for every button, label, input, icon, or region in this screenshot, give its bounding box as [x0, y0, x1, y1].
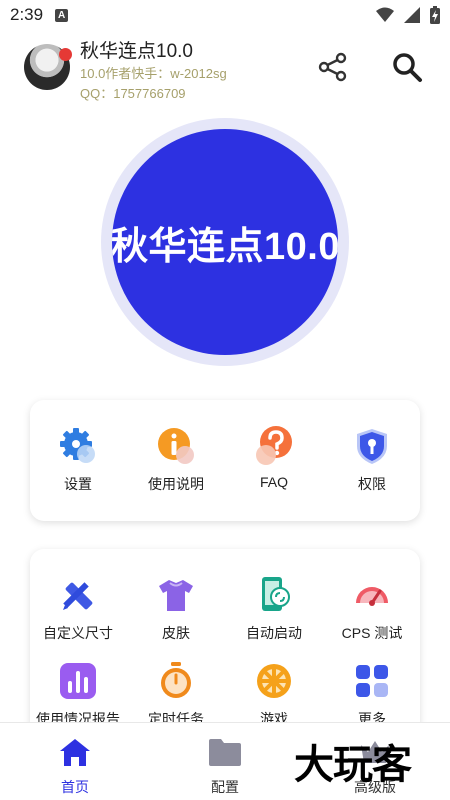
- question-icon: [256, 426, 292, 465]
- grid-icon: [356, 665, 388, 697]
- tool-item-custom-size[interactable]: 自定义尺寸: [30, 575, 126, 643]
- battery-icon: [430, 6, 440, 24]
- gear-icon: [60, 428, 95, 463]
- app-header: 秋华连点10.0 10.0作者快手：w-2012sg QQ：1757766709: [0, 34, 450, 104]
- watermark: 大玩客: [294, 742, 412, 787]
- shield-icon: [357, 429, 387, 464]
- tool-item-skin[interactable]: 皮肤: [128, 575, 224, 643]
- share-button[interactable]: [316, 50, 350, 84]
- start-clicker-circle: 秋华连点10.0: [112, 129, 338, 355]
- search-button[interactable]: [390, 50, 424, 84]
- tool-item-more[interactable]: 更多: [324, 661, 420, 729]
- tool-item-label: 自动启动: [246, 625, 302, 641]
- tool-item-auto-start[interactable]: 自动启动: [226, 575, 322, 643]
- speedometer-icon: [356, 587, 388, 606]
- timer-icon: [161, 662, 191, 698]
- ruler-pencil-icon: [63, 582, 93, 610]
- app-title: 秋华连点10.0: [80, 41, 193, 62]
- nav-tab-config[interactable]: 配置: [165, 737, 285, 797]
- tool-item-label: 自定义尺寸: [43, 625, 113, 641]
- menu-item-label: 设置: [64, 476, 92, 492]
- menu-item-label: 权限: [358, 476, 386, 492]
- tool-item-games[interactable]: 游戏: [226, 661, 322, 729]
- start-clicker-button[interactable]: 秋华连点10.0: [101, 118, 349, 366]
- nav-tab-label: 首页: [61, 779, 89, 795]
- author-line: 10.0作者快手：w-2012sg: [80, 66, 227, 81]
- cellular-icon: [404, 7, 420, 23]
- menu-item-permissions[interactable]: 权限: [324, 426, 420, 494]
- tool-item-timed-task[interactable]: 定时任务: [128, 661, 224, 729]
- search-icon: [393, 53, 422, 82]
- wheel-icon: [257, 664, 291, 698]
- menu-item-instructions[interactable]: 使用说明: [128, 426, 224, 494]
- menu-item-label: FAQ: [259, 474, 288, 490]
- notification-icon: A: [55, 8, 69, 22]
- home-icon: [60, 739, 90, 766]
- hero-title: 秋华连点10.0: [112, 225, 338, 268]
- quick-menu-card: 设置 使用说明 FAQ 权限: [30, 400, 420, 521]
- tool-item-label: CPS 测试: [341, 625, 403, 641]
- wifi-icon: [376, 7, 394, 22]
- tools-menu-card: 自定义尺寸 皮肤 自动启动 CPS 测试 使用情况报告 定时任务 游戏 更多: [30, 549, 420, 739]
- notification-dot: [59, 48, 72, 61]
- avatar[interactable]: [24, 44, 72, 90]
- tshirt-icon: [159, 580, 193, 611]
- status-time: 2:39: [10, 5, 44, 24]
- tool-item-cps-test[interactable]: CPS 测试: [324, 575, 420, 643]
- phone-link-icon: [262, 577, 290, 611]
- tool-item-usage-report[interactable]: 使用情况报告: [30, 661, 126, 729]
- tool-item-label: 皮肤: [162, 625, 190, 641]
- nav-tab-home[interactable]: 首页: [15, 737, 135, 797]
- info-icon: [158, 428, 194, 464]
- menu-item-label: 使用说明: [148, 476, 204, 492]
- bar-chart-icon: [60, 663, 96, 699]
- folder-icon: [209, 739, 241, 766]
- share-icon: [318, 52, 347, 82]
- nav-tab-label: 配置: [211, 779, 239, 795]
- menu-item-faq[interactable]: FAQ: [226, 426, 322, 490]
- status-bar: 2:39 A: [0, 0, 450, 30]
- qq-line: QQ：1757766709: [80, 86, 186, 101]
- menu-item-settings[interactable]: 设置: [30, 426, 126, 494]
